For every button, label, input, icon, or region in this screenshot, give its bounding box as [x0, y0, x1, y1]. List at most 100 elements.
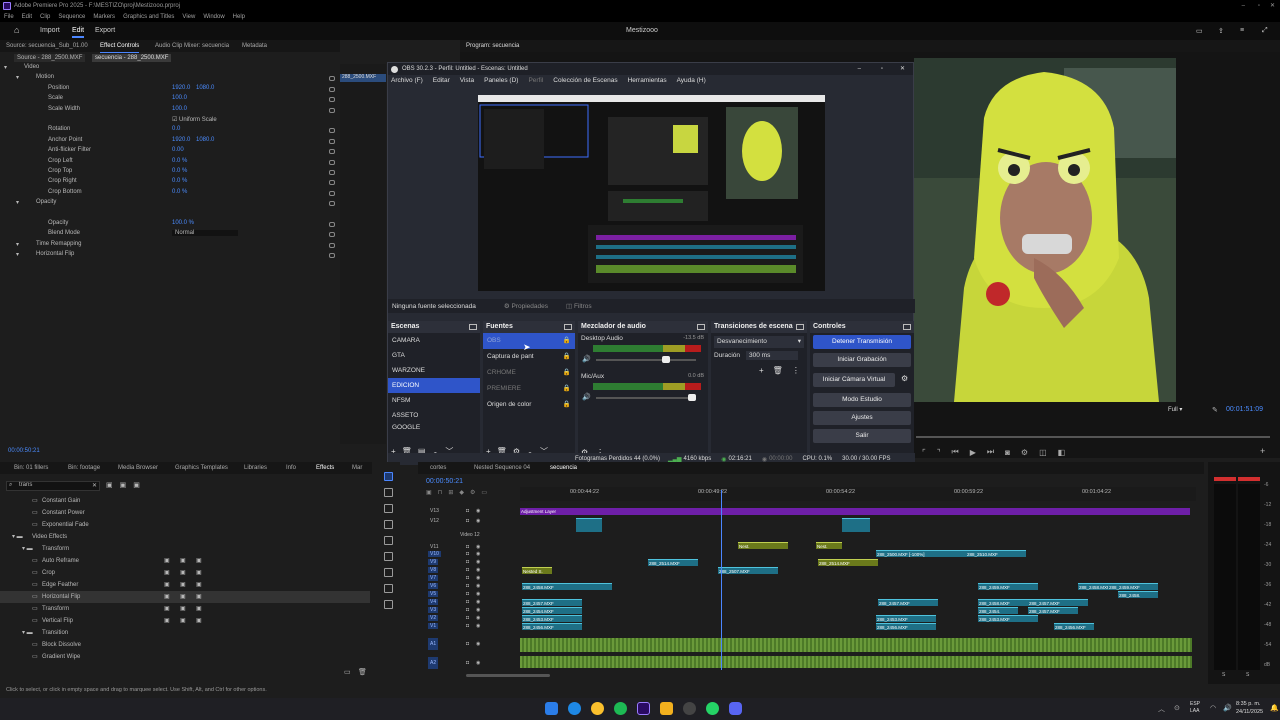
reset-icon[interactable] [329, 232, 335, 238]
yuv-filter-icon[interactable]: ▣ [133, 481, 140, 489]
lock-icon[interactable]: ◘ [466, 615, 469, 621]
obs-menu-scene-collection[interactable]: Colección de Escenas [553, 77, 617, 84]
track-label[interactable]: V3 [428, 607, 439, 613]
eye-icon[interactable]: ◉ [476, 544, 480, 550]
scene-item[interactable]: ASSETO [388, 408, 480, 423]
duration-input[interactable]: 300 ms [746, 351, 799, 360]
solo-left[interactable]: S [1222, 672, 1225, 678]
track-header[interactable]: V13 ◘ ◉ [428, 508, 520, 516]
ec-value-1[interactable]: 100.0 % [172, 220, 194, 226]
chevron-down-icon[interactable]: ▾ [16, 241, 19, 248]
ec-value-1[interactable]: 0.0 % [172, 178, 187, 184]
timeline-clip[interactable]: 288_2453.MXF [876, 615, 936, 622]
effect-item[interactable]: ▭ Constant Power [0, 507, 370, 519]
file-explorer-icon[interactable] [660, 702, 673, 715]
eye-icon[interactable]: ◉ [476, 615, 480, 621]
close-icon[interactable]: ✕ [1270, 0, 1275, 12]
nest-icon[interactable]: ▣ [426, 489, 432, 496]
browser-icon[interactable] [568, 702, 581, 715]
lock-icon[interactable]: ◘ [466, 599, 469, 605]
play-icon[interactable]: ▶ [970, 448, 976, 457]
step-forward-icon[interactable]: ⏭ [987, 447, 994, 457]
filters-button[interactable]: ◫ Filtros [566, 302, 592, 310]
effect-item[interactable]: ▭ Gradient Wipe [0, 651, 370, 663]
slip-tool-icon[interactable] [384, 536, 393, 545]
wifi-icon[interactable]: ◠ [1210, 704, 1216, 712]
eye-icon[interactable]: ◉ [476, 567, 480, 573]
timeline-clip[interactable]: Nest. [738, 542, 788, 549]
audio-waveform-a1[interactable] [520, 638, 1192, 652]
lock-icon[interactable]: ◘ [466, 559, 469, 565]
reset-icon[interactable] [329, 180, 335, 186]
lock-icon[interactable]: ◘ [466, 583, 469, 589]
scene-item[interactable]: WARZONE [388, 363, 480, 378]
timeline-clip[interactable]: 288_2456.MXF [1054, 623, 1094, 630]
track-header[interactable]: V10 ◘ ◉ [428, 551, 520, 559]
obs-menu-edit[interactable]: Editar [433, 77, 450, 84]
reset-icon[interactable] [329, 253, 335, 259]
scene-item-active[interactable]: EDICION [388, 378, 480, 393]
menu-view[interactable]: View [182, 14, 195, 20]
obs-minimize-icon[interactable]: – [858, 63, 861, 75]
volume-slider[interactable] [596, 359, 696, 361]
eye-icon[interactable]: ◉ [476, 575, 480, 581]
pen-tool-icon[interactable] [384, 552, 393, 561]
track-label[interactable]: V1 [428, 623, 439, 629]
eye-icon[interactable]: ◉ [476, 583, 480, 589]
reset-icon[interactable] [329, 107, 335, 113]
effects-folder[interactable]: ▾ ▬ Transform [0, 543, 370, 555]
obs-taskbar-icon[interactable] [683, 702, 696, 715]
track-select-tool-icon[interactable] [384, 488, 393, 497]
dock-popout-icon[interactable] [796, 324, 804, 330]
track-label[interactable]: A1 [428, 638, 439, 650]
clock-date[interactable]: 24/11/2025 [1236, 709, 1263, 715]
menu-clip[interactable]: Clip [40, 14, 50, 20]
new-folder-icon[interactable]: ▭ [344, 668, 351, 676]
track-header[interactable]: A1 ◘ ◉ [428, 638, 520, 650]
lock-icon[interactable]: ◘ [466, 551, 469, 557]
reset-icon[interactable] [329, 128, 335, 134]
ec-property-row[interactable]: Position 1920.0 1080.0 [0, 85, 340, 95]
lock-icon[interactable]: ◘ [466, 518, 469, 524]
chrome-icon[interactable] [591, 702, 604, 715]
clock-time[interactable]: 8:35 p. m. [1236, 701, 1260, 707]
playhead[interactable] [721, 490, 722, 670]
timeline-clip[interactable] [576, 518, 602, 532]
ec-property-row[interactable]: ▾ Horizontal Flip [0, 251, 340, 261]
tab-export[interactable]: Export [95, 27, 115, 34]
effect-item[interactable]: ▭ Crop ▣ ▣ ▣ [0, 567, 370, 579]
track-label[interactable]: V5 [428, 591, 439, 597]
transition-menu-icon[interactable]: ⋮ [792, 366, 800, 375]
discord-icon[interactable] [729, 702, 742, 715]
add-marker-icon[interactable]: ◆ [459, 489, 464, 496]
track-header[interactable]: V3 ◘ ◉ [428, 607, 520, 615]
lock-icon[interactable]: 🔒 [563, 349, 571, 365]
track-header[interactable]: V7 ◘ ◉ [428, 575, 520, 583]
timeline-clip[interactable]: 288_2456.MXF [876, 623, 936, 630]
scene-item[interactable]: GOOGLE [388, 423, 480, 431]
reset-icon[interactable] [329, 97, 335, 103]
timeline-clip[interactable]: 288_2456.MXF [522, 623, 582, 630]
tab-effects[interactable]: Effects [316, 462, 334, 474]
ec-value-1[interactable]: 0.0 [172, 126, 180, 132]
obs-menu-file[interactable]: Archivo (F) [391, 77, 423, 84]
eye-icon[interactable]: ◉ [476, 599, 480, 605]
compare-icon[interactable]: ◧ [1058, 448, 1066, 457]
obs-menu-profile[interactable]: Perfil [528, 77, 543, 84]
track-header[interactable]: V1 ◘ ◉ [428, 623, 520, 631]
selection-tool-icon[interactable] [384, 472, 393, 481]
volume-icon[interactable]: 🔊 [1223, 704, 1232, 712]
tab-audio-mixer[interactable]: Audio Clip Mixer: secuencia [155, 40, 229, 52]
obs-menu-help[interactable]: Ayuda (H) [677, 77, 706, 84]
eye-icon[interactable]: ◉ [476, 508, 480, 514]
ec-property-row[interactable]: ▾ Video [0, 64, 340, 74]
ec-property-row[interactable]: ▾ Motion [0, 74, 340, 84]
transition-select[interactable]: Desvanecimiento ▾ [714, 336, 804, 348]
reset-icon[interactable] [329, 138, 335, 144]
track-label[interactable]: V4 [428, 599, 439, 605]
reset-icon[interactable] [329, 76, 335, 82]
ec-property-row[interactable]: Scale Width 100.0 [0, 106, 340, 116]
eye-icon[interactable]: ◉ [476, 518, 480, 524]
program-timecode[interactable]: 00:01:51:09 [1226, 406, 1263, 413]
speaker-icon[interactable]: 🔊 [582, 393, 591, 401]
